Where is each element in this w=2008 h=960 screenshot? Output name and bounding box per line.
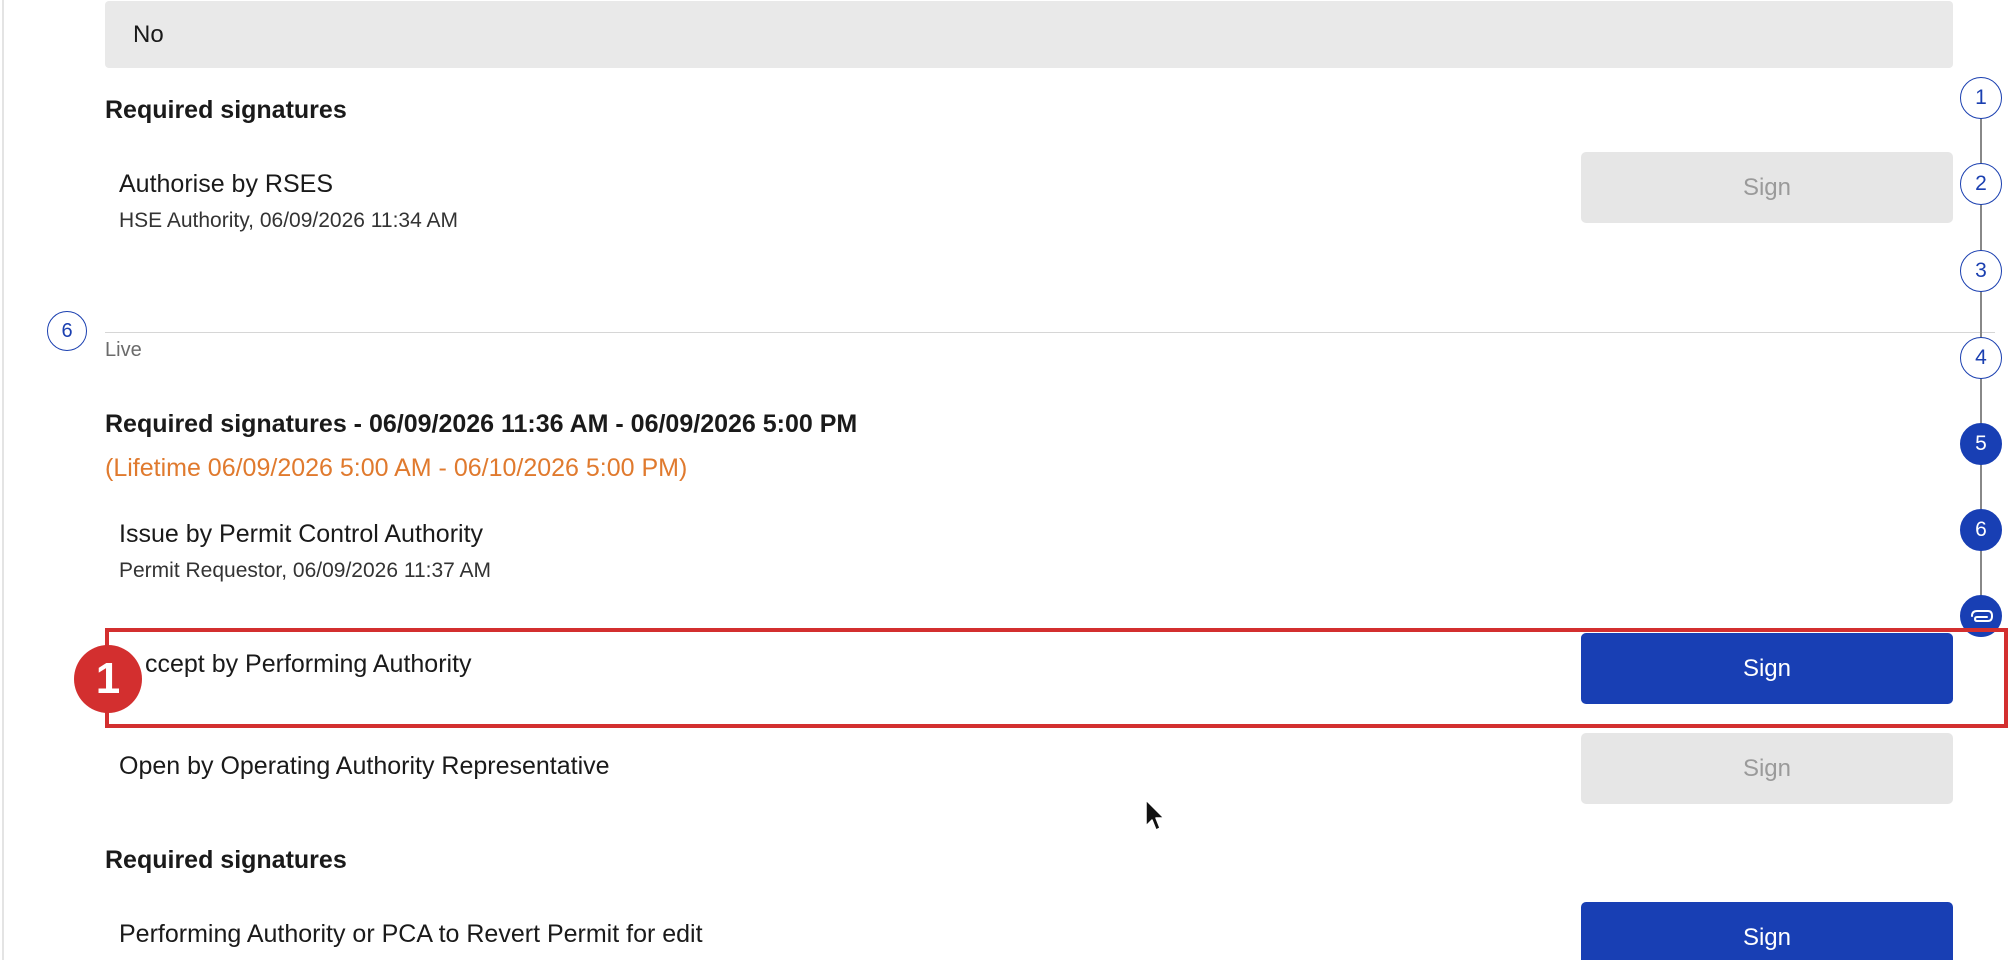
sign-button-revert[interactable]: Sign — [1581, 902, 1953, 960]
section-heading: Required signatures — [105, 96, 347, 124]
answer-field: No — [105, 1, 1953, 68]
annotation-badge: 1 — [74, 645, 142, 713]
left-border — [2, 0, 4, 960]
lifetime-text: (Lifetime 06/09/2026 5:00 AM - 06/10/202… — [105, 454, 688, 482]
permit-signatures-page: No Required signatures Authorise by RSES… — [0, 0, 2008, 960]
signature-subtitle: HSE Authority, 06/09/2026 11:34 AM — [119, 209, 458, 232]
step-5[interactable]: 5 — [1960, 423, 2002, 465]
signature-title-open: Open by Operating Authority Representati… — [119, 752, 610, 780]
step-1[interactable]: 1 — [1960, 77, 2002, 119]
section-heading-revert: Required signatures — [105, 846, 347, 874]
stage-label: Live — [105, 339, 142, 361]
stage-number-marker: 6 — [47, 311, 87, 351]
step-4[interactable]: 4 — [1960, 337, 2002, 379]
signature-subtitle-issue: Permit Requestor, 06/09/2026 11:37 AM — [119, 559, 492, 582]
step-6[interactable]: 6 — [1960, 509, 2002, 551]
answer-value: No — [133, 20, 164, 48]
sign-button-open[interactable]: Sign — [1581, 733, 1953, 804]
highlight-box — [105, 628, 2008, 728]
sign-button-authorise-rses[interactable]: Sign — [1581, 152, 1953, 223]
signature-title: Authorise by RSES — [119, 170, 333, 198]
signature-title-issue: Issue by Permit Control Authority — [119, 520, 484, 548]
mouse-cursor-icon — [1144, 798, 1168, 839]
step-2[interactable]: 2 — [1960, 163, 2002, 205]
step-3[interactable]: 3 — [1960, 250, 2002, 292]
signature-title-revert: Performing Authority or PCA to Revert Pe… — [119, 920, 703, 948]
section-heading-live: Required signatures - 06/09/2026 11:36 A… — [105, 410, 858, 438]
stage-divider — [105, 332, 1995, 333]
